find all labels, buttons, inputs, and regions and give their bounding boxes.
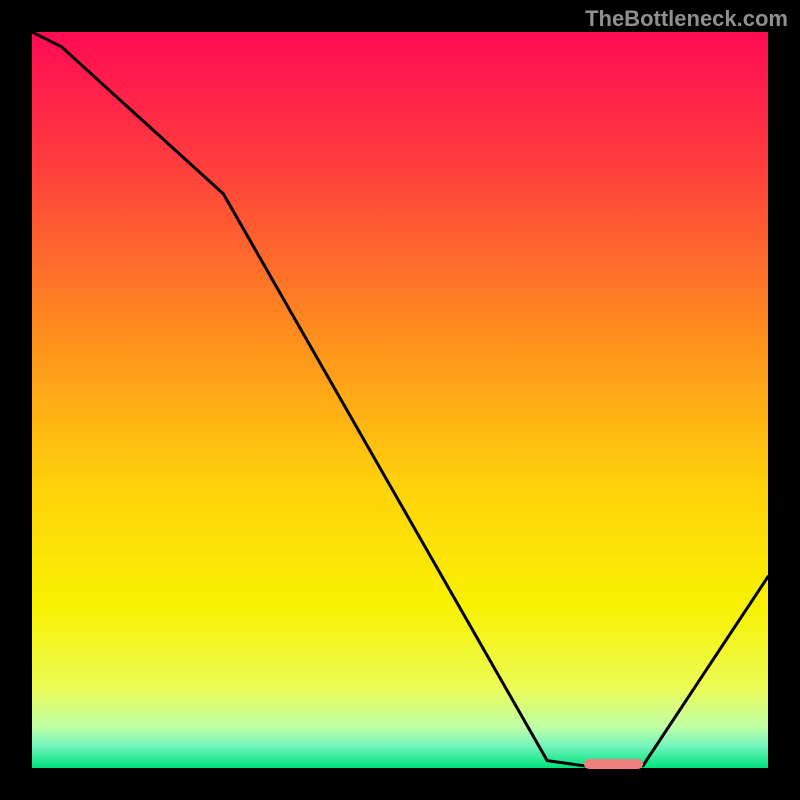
plot-background-gradient — [32, 32, 768, 768]
chart-frame: TheBottleneck.com — [0, 0, 800, 800]
watermark-text: TheBottleneck.com — [585, 6, 788, 32]
plot-area — [32, 32, 768, 768]
optimum-marker — [584, 759, 643, 769]
